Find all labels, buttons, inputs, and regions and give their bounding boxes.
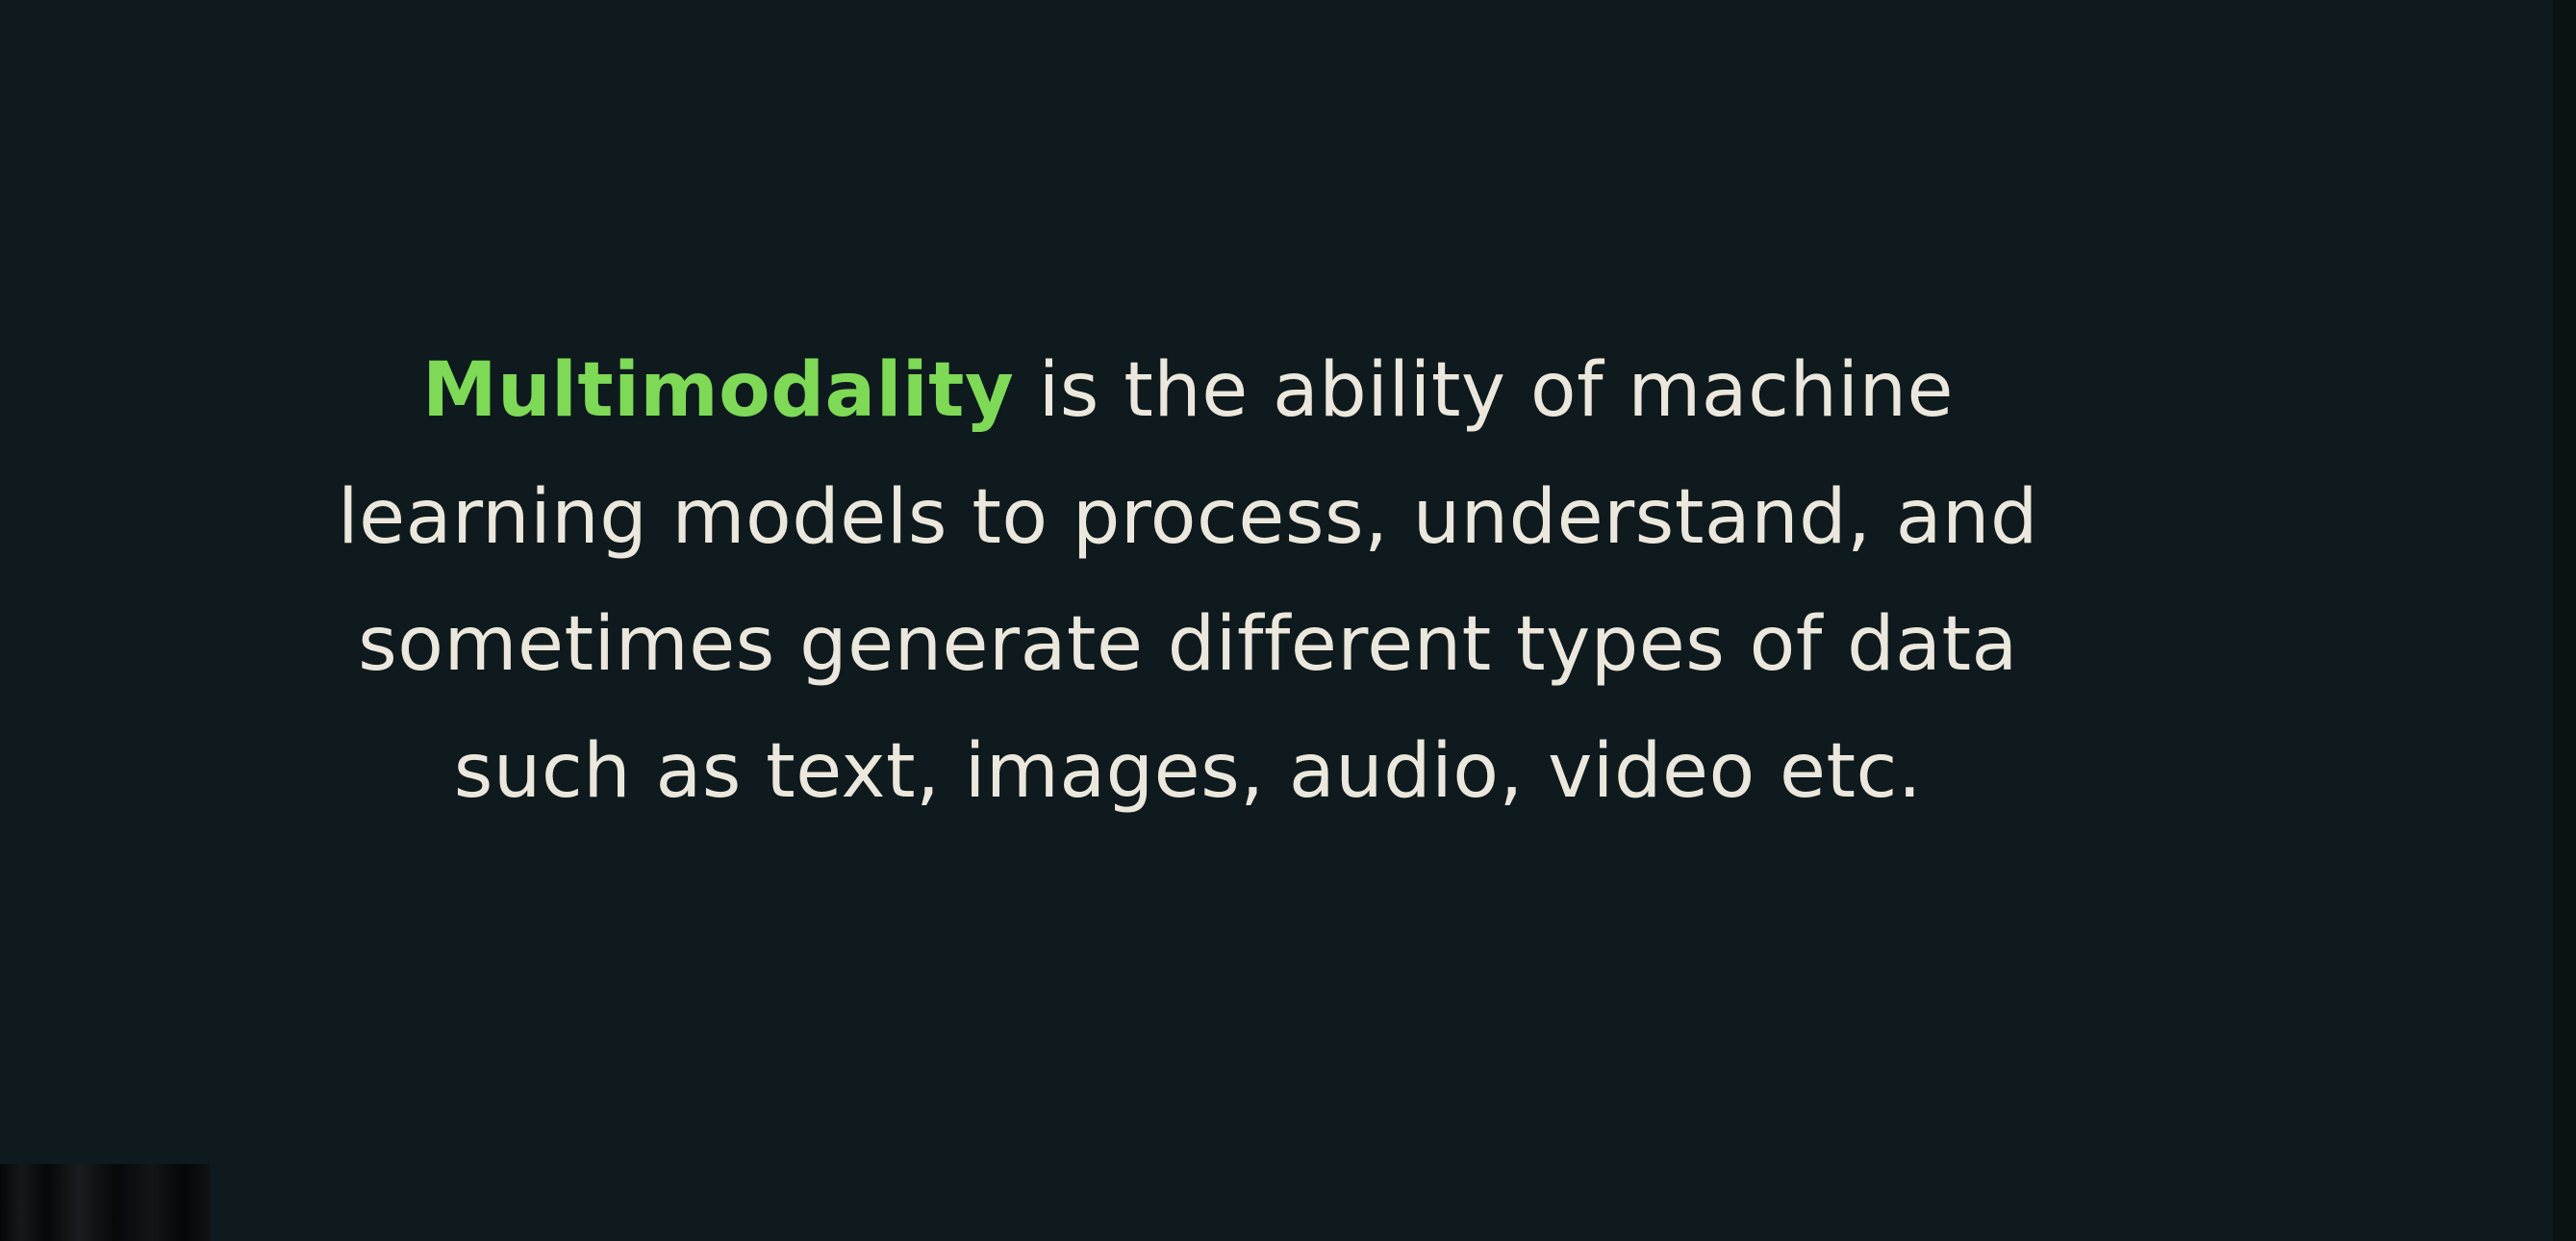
highlighted-term: Multimodality bbox=[421, 347, 1015, 434]
right-edge-border bbox=[2553, 0, 2576, 1241]
slide-text-line-1: Multimodality is the ability of machine bbox=[115, 327, 2260, 454]
line-1-rest: is the ability of machine bbox=[1014, 347, 1955, 434]
slide-definition-text: Multimodality is the ability of machine … bbox=[115, 327, 2260, 835]
presentation-slide: Multimodality is the ability of machine … bbox=[0, 0, 2576, 1241]
slide-text-line-4: such as text, images, audio, video etc. bbox=[453, 728, 1923, 815]
slide-text-line-3: sometimes generate different types of da… bbox=[358, 601, 2018, 688]
slide-text-line-2: learning models to process, understand, … bbox=[338, 474, 2038, 561]
video-thumbnail-strip bbox=[0, 1164, 210, 1241]
